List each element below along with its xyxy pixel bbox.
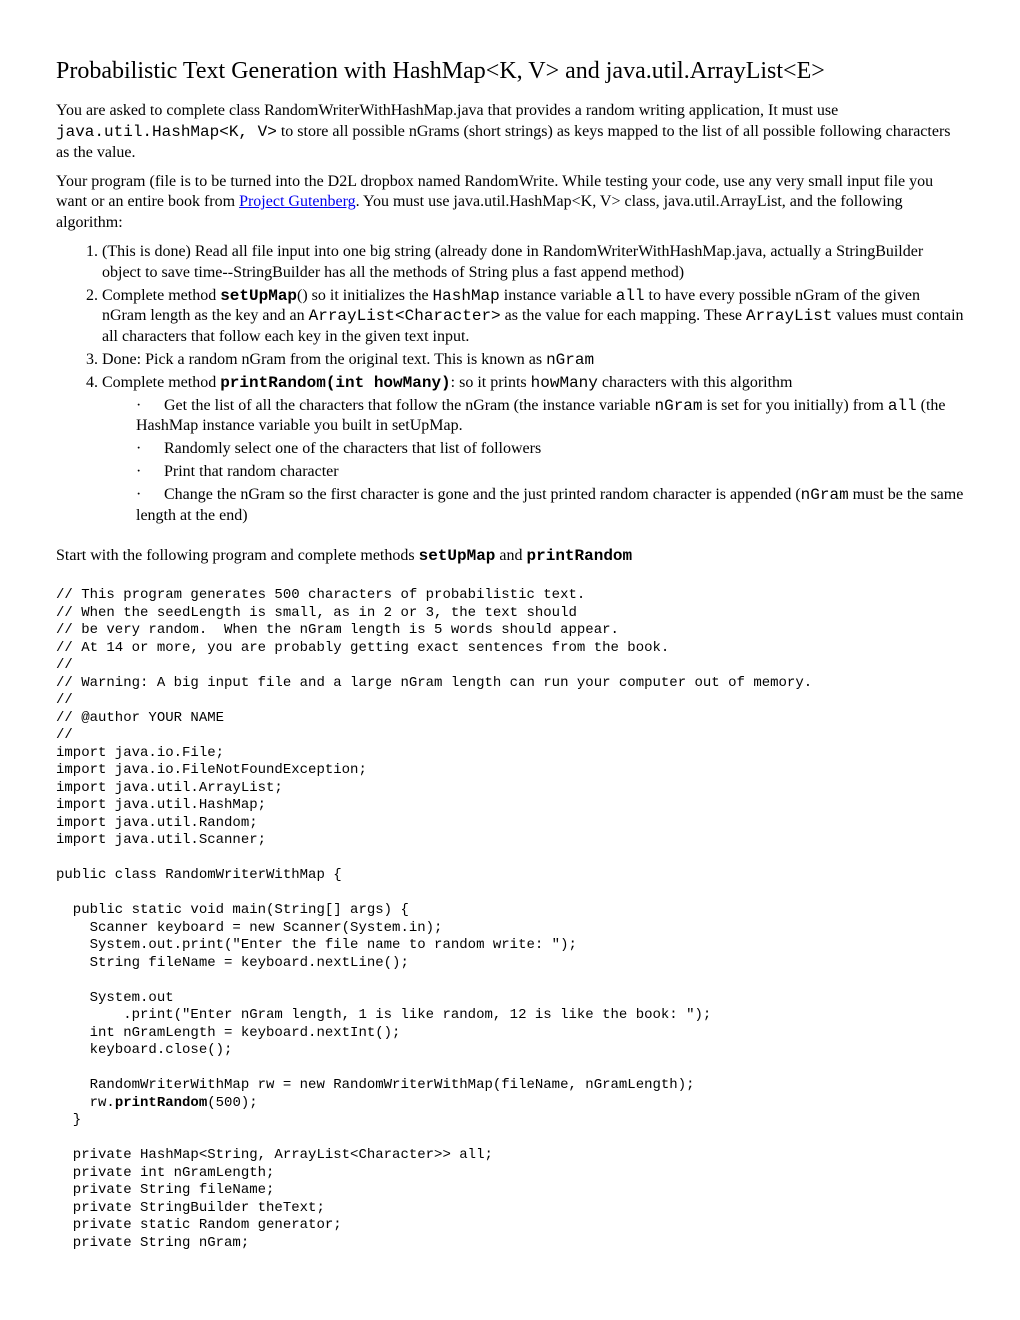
intro-paragraph-2: Your program (file is to be turned into …	[56, 172, 964, 234]
code-inline: howMany	[531, 374, 598, 392]
text: instance variable	[500, 287, 616, 304]
bullet-icon: ·	[136, 462, 164, 483]
text: Done: Pick a random nGram from the origi…	[102, 351, 546, 368]
code-inline: HashMap	[433, 287, 500, 305]
page-title: Probabilistic Text Generation with HashM…	[56, 56, 964, 87]
text: () so it initializes the	[297, 287, 433, 304]
text: Start with the following program and com…	[56, 547, 419, 564]
code-block: // This program generates 500 characters…	[56, 587, 964, 1252]
project-gutenberg-link[interactable]: Project Gutenberg	[239, 193, 356, 210]
text: Change the nGram so the first character …	[164, 486, 801, 503]
code-inline: nGram	[546, 351, 594, 369]
code-inline: nGram	[654, 397, 702, 415]
code-inline: printRandom(int howMany)	[220, 374, 450, 392]
intro-paragraph-1: You are asked to complete class RandomWr…	[56, 101, 964, 163]
code-inline: java.util.HashMap<K, V>	[56, 123, 277, 141]
text: and	[495, 547, 526, 564]
bullet-icon: ·	[136, 396, 164, 417]
list-item: (This is done) Read all file input into …	[102, 242, 964, 284]
list-item: Done: Pick a random nGram from the origi…	[102, 350, 964, 371]
code-inline: setUpMap	[419, 547, 496, 565]
code-inline: ArrayList<Character>	[309, 307, 501, 325]
text: is set for you initially) from	[703, 397, 888, 414]
code-inline: all	[888, 397, 917, 415]
bullet-icon: ·	[136, 485, 164, 506]
text: as the value for each mapping. These	[501, 307, 746, 324]
text: Complete method	[102, 287, 220, 304]
code-inline: nGram	[801, 486, 849, 504]
code-inline: ArrayList	[746, 307, 832, 325]
code-inline: setUpMap	[220, 287, 297, 305]
text: Print that random character	[164, 463, 339, 480]
text: characters with this algorithm	[598, 374, 793, 391]
list-item: Complete method printRandom(int howMany)…	[102, 373, 964, 527]
start-paragraph: Start with the following program and com…	[56, 546, 964, 567]
text: Randomly select one of the characters th…	[164, 440, 541, 457]
list-item: ·Change the nGram so the first character…	[136, 485, 964, 527]
list-item: ·Get the list of all the characters that…	[136, 396, 964, 438]
code-inline: all	[616, 287, 645, 305]
code-inline: printRandom	[527, 547, 633, 565]
text: You are asked to complete class RandomWr…	[56, 102, 838, 119]
text: Complete method	[102, 374, 220, 391]
list-item: ·Print that random character	[136, 462, 964, 483]
text: Get the list of all the characters that …	[164, 397, 654, 414]
algorithm-list: (This is done) Read all file input into …	[56, 242, 964, 526]
text: : so it prints	[451, 374, 531, 391]
list-item: Complete method setUpMap() so it initial…	[102, 286, 964, 348]
sub-list: ·Get the list of all the characters that…	[136, 396, 964, 527]
list-item: ·Randomly select one of the characters t…	[136, 439, 964, 460]
bullet-icon: ·	[136, 439, 164, 460]
